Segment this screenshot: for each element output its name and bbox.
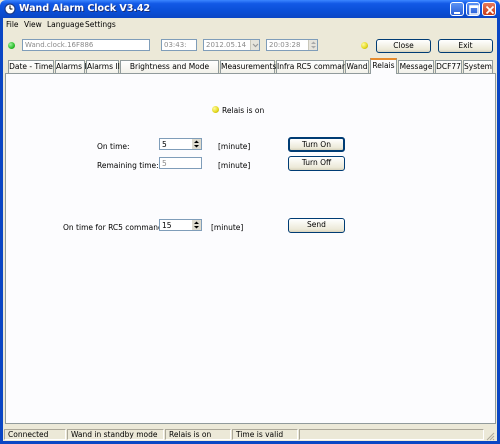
time-short-field[interactable]: 03:43:	[161, 39, 197, 51]
status-mode: Wand in standby mode	[67, 429, 164, 440]
maximize-icon	[469, 5, 479, 15]
tab-measurements[interactable]: Measurements	[220, 60, 276, 73]
status-connection: Connected	[4, 429, 66, 440]
menu-view[interactable]: View	[24, 20, 42, 29]
date-picker[interactable]: 2012.05.14	[203, 39, 260, 51]
date-value: 2012.05.14	[206, 41, 247, 49]
remaining-time-unit: [minute]	[218, 161, 251, 170]
relais-status-led	[212, 106, 219, 113]
spin-arrows-icon[interactable]	[192, 220, 201, 230]
menu-file[interactable]: File	[6, 20, 19, 29]
chevron-down-icon[interactable]	[250, 40, 259, 50]
tab-alarms-2[interactable]: Alarms II	[86, 60, 120, 73]
tab-relais[interactable]: Relais	[370, 58, 397, 74]
send-button[interactable]: Send	[288, 218, 345, 233]
window-title: Wand Alarm Clock V3.42	[19, 3, 151, 14]
tab-brightness-mode[interactable]: Brightness and Mode	[120, 60, 219, 73]
clock-icon	[4, 3, 16, 15]
on-time-value: 5	[162, 140, 167, 149]
on-time-unit: [minute]	[218, 142, 251, 151]
close-window-button[interactable]	[482, 2, 496, 16]
relais-indicator-led	[361, 42, 368, 49]
close-icon	[485, 5, 495, 15]
tab-infra-rc5[interactable]: Infra RC5 commands	[276, 60, 355, 73]
rc5-on-time-unit: [minute]	[211, 223, 244, 232]
status-relais: Relais is on	[165, 429, 231, 440]
connected-indicator	[8, 42, 15, 49]
resize-grip-icon[interactable]	[485, 431, 495, 441]
status-time-valid: Time is valid	[232, 429, 298, 440]
rc5-on-time-spinner[interactable]: 15	[159, 219, 202, 231]
turn-on-button[interactable]: Turn On	[288, 137, 345, 152]
remaining-time-label: Remaining time:	[97, 161, 159, 170]
relais-tab-panel	[5, 73, 496, 424]
device-name-field[interactable]: Wand.clock.16F886	[22, 39, 150, 51]
menu-language[interactable]: Language	[47, 20, 84, 29]
minimize-icon	[454, 12, 460, 14]
tab-system[interactable]: System	[463, 60, 493, 73]
relais-status-text: Relais is on	[222, 106, 265, 115]
rc5-on-time-value: 15	[162, 221, 172, 230]
spin-arrows-icon[interactable]	[192, 139, 201, 149]
tab-alarms-1[interactable]: Alarms I	[55, 60, 87, 73]
minimize-button[interactable]	[450, 2, 464, 16]
rc5-on-time-label: On time for RC5 commands:	[63, 223, 170, 232]
tab-date-time[interactable]: Date - Time	[8, 60, 54, 73]
tab-wand[interactable]: Wand	[345, 60, 369, 73]
tab-message[interactable]: Message	[398, 60, 434, 73]
tab-dcf77[interactable]: DCF77	[435, 60, 462, 73]
time-spinner[interactable]: 20:03:28	[266, 39, 318, 51]
time-value: 20:03:28	[269, 41, 301, 49]
status-empty-panel	[299, 429, 484, 440]
menu-settings[interactable]: Settings	[85, 20, 116, 29]
turn-off-button[interactable]: Turn Off	[288, 156, 345, 171]
remaining-time-field: 5	[159, 157, 202, 169]
maximize-button[interactable]	[466, 2, 480, 16]
exit-button[interactable]: Exit	[438, 39, 493, 53]
on-time-label: On time:	[97, 142, 130, 151]
on-time-spinner[interactable]: 5	[159, 138, 202, 150]
close-button[interactable]: Close	[376, 39, 431, 53]
spin-arrows-icon[interactable]	[308, 40, 317, 50]
